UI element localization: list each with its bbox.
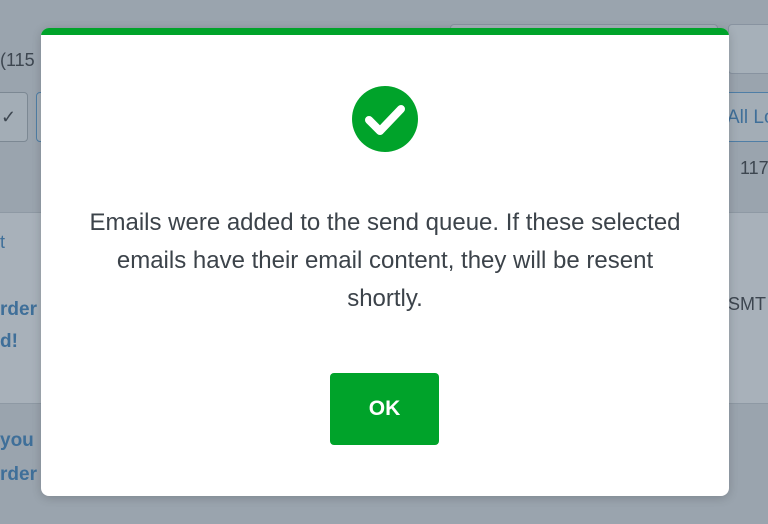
background-row-link-line: rder <box>0 299 37 320</box>
background-all-button-label: All Lo <box>727 107 768 128</box>
check-icon: ✓ <box>1 107 17 127</box>
success-dialog: Emails were added to the send queue. If … <box>41 28 729 496</box>
background-count-left: (115 <box>0 50 35 70</box>
background-row-smtp: SMT <box>728 294 766 314</box>
background-row-link-2-line: you <box>0 430 34 451</box>
background-check-button: ✓ <box>0 92 28 142</box>
background-row-link: rder d! <box>0 294 40 358</box>
background-count-right: 117 <box>740 158 768 178</box>
background-row-link-2: you rder <box>0 424 40 492</box>
dialog-accent-bar <box>41 28 729 35</box>
background-column-header: t <box>0 232 6 252</box>
check-circle-icon <box>352 86 418 152</box>
background-search-button <box>728 24 768 74</box>
dialog-message: Emails were added to the send queue. If … <box>89 209 681 312</box>
background-row-link-2-line: rder <box>0 464 37 485</box>
ok-button[interactable]: OK <box>330 373 439 445</box>
background-row-link-line: d! <box>0 331 18 352</box>
